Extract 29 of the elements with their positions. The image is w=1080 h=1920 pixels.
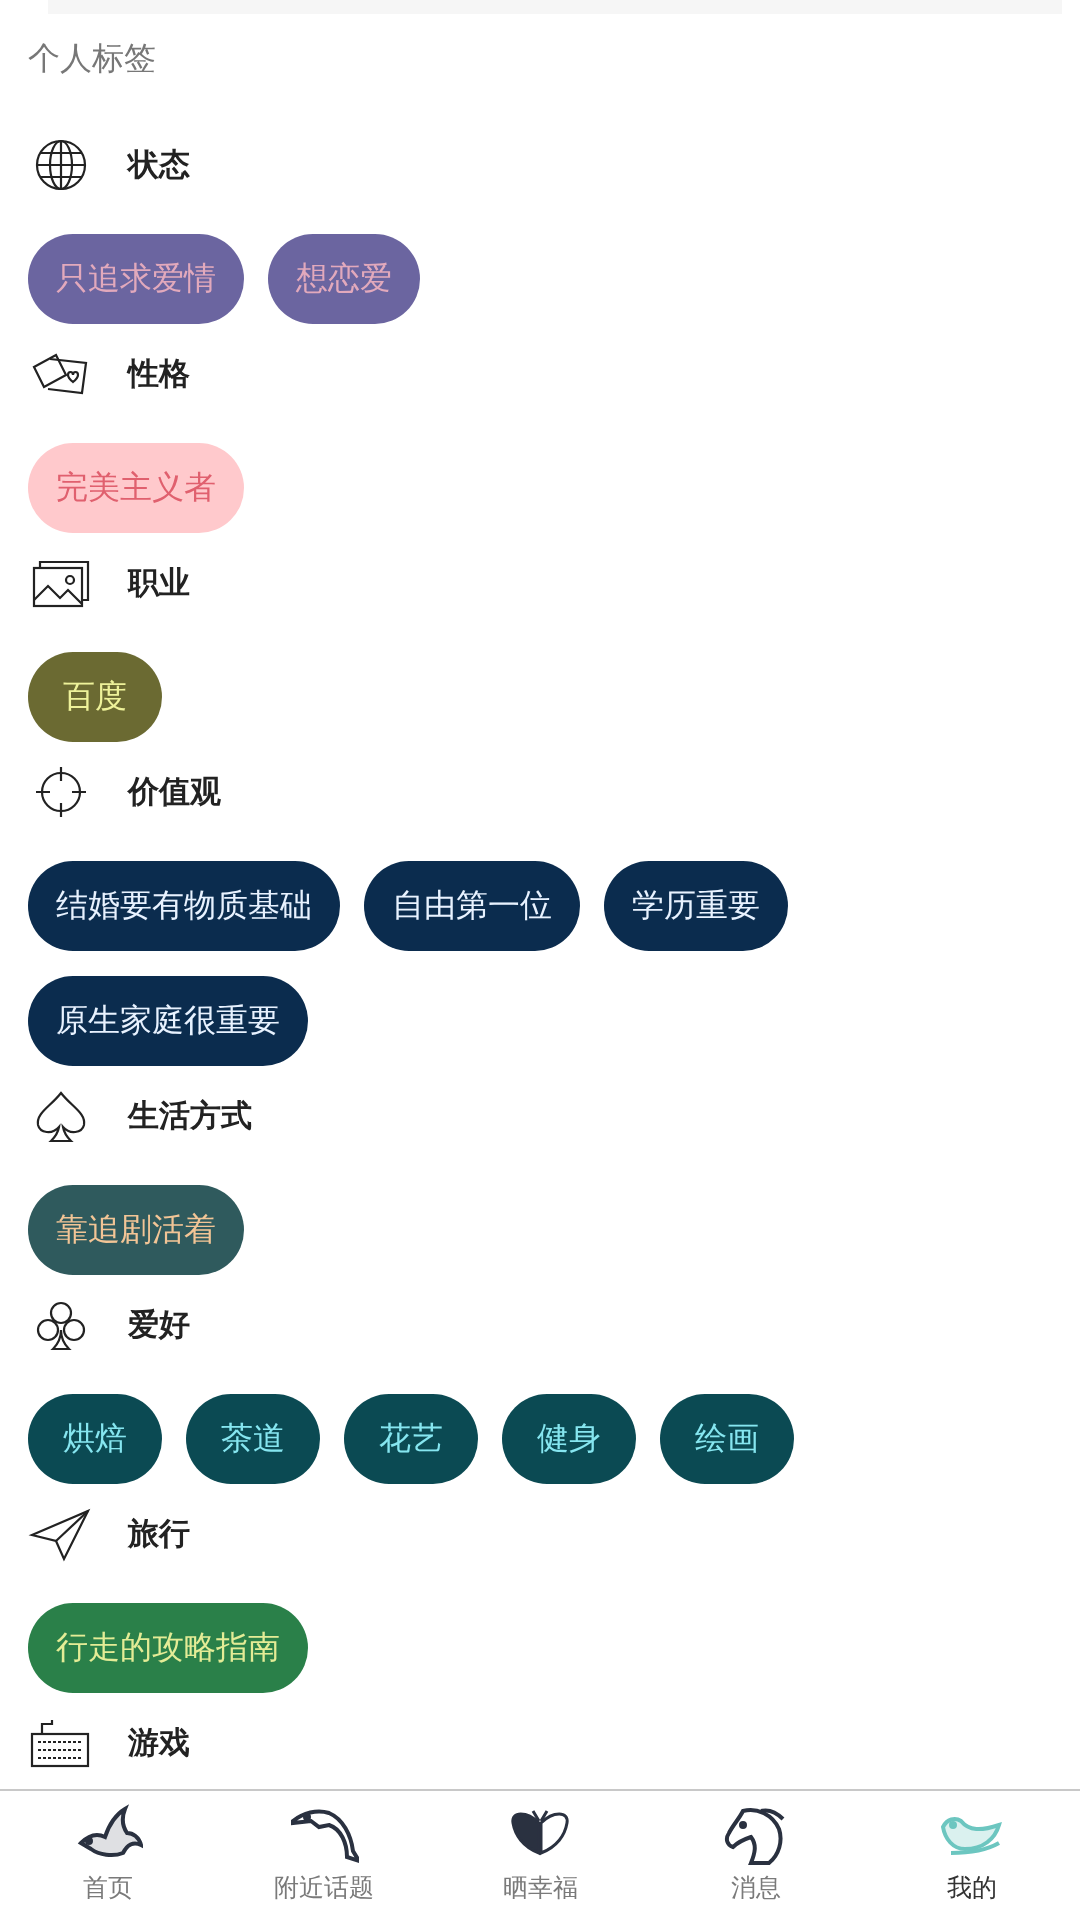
tag-chip: 花艺 [344,1394,478,1484]
category-label: 爱好 [128,1305,190,1344]
tag-chip: 学历重要 [604,861,788,951]
category-label: 状态 [128,145,190,184]
category-label: 生活方式 [128,1096,252,1135]
tag-chip: 烘焙 [28,1394,162,1484]
category-label: 旅行 [128,1514,190,1553]
tag-chip: 百度 [28,652,162,742]
tag-chip: 行走的攻略指南 [28,1603,308,1693]
nav-tab[interactable]: 晒幸福 [432,1791,648,1920]
nav-tab[interactable]: 附近话题 [216,1791,432,1920]
tag-chip: 结婚要有物质基础 [28,861,340,951]
tag-chip: 茶道 [186,1394,320,1484]
tag-chip: 只追求爱情 [28,234,244,324]
category-label: 职业 [128,563,190,602]
tag-chip: 靠追剧活着 [28,1185,244,1275]
tag-chip: 自由第一位 [364,861,580,951]
tag-chip: 完美主义者 [28,443,244,533]
tag-chip: 绘画 [660,1394,794,1484]
nav-tab[interactable]: 首页 [0,1791,216,1920]
nav-tab[interactable]: 我的 [864,1791,1080,1920]
section-title: 个人标签 [28,38,157,78]
tag-chip: 原生家庭很重要 [28,976,308,1066]
nav-tab[interactable]: 消息 [648,1791,864,1920]
category-label: 性格 [128,354,190,393]
category-label: 价值观 [128,772,221,811]
category-label: 游戏 [128,1723,190,1762]
tag-chip: 健身 [502,1394,636,1484]
tag-chip: 想恋爱 [268,234,420,324]
